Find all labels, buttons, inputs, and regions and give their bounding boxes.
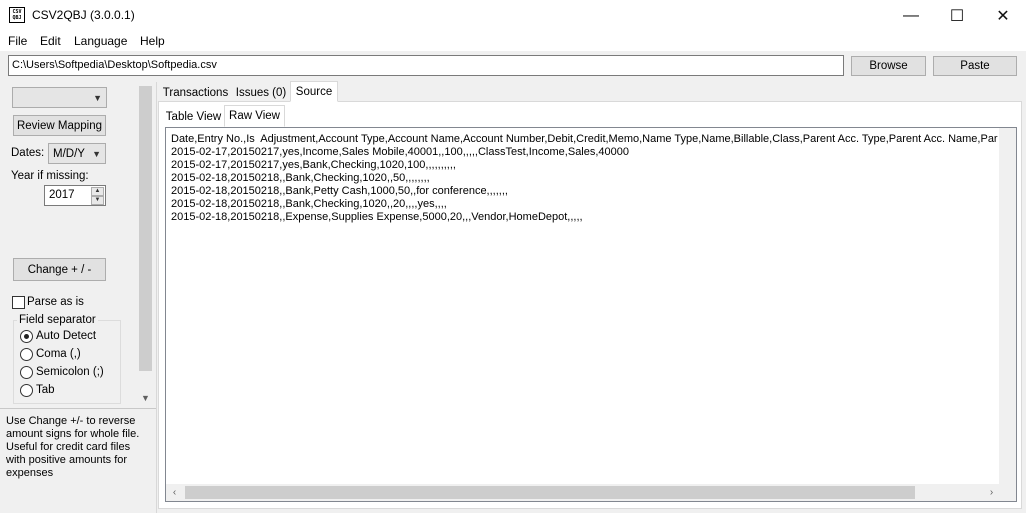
browse-button[interactable]: Browse: [851, 56, 926, 76]
dates-label: Dates:: [11, 147, 45, 159]
dates-combo[interactable]: M/D/Y ▼: [48, 143, 106, 164]
radio-semicolon-label: Semicolon (;): [36, 366, 104, 378]
raw-line: Date,Entry No.,Is Adjustment,Account Typ…: [171, 133, 998, 145]
radio-comma[interactable]: [20, 348, 33, 361]
tab-transactions[interactable]: Transactions: [160, 84, 231, 102]
raw-line: 2015-02-18,20150218,,Bank,Checking,1020,…: [171, 172, 430, 184]
maximize-button[interactable]: ☐: [934, 0, 980, 31]
tab-issues[interactable]: Issues (0): [232, 84, 290, 102]
close-button[interactable]: ✕: [980, 0, 1026, 31]
radio-comma-label: Coma (,): [36, 348, 81, 360]
parse-as-is-label: Parse as is: [27, 296, 84, 308]
splitter[interactable]: [156, 82, 157, 513]
raw-line: 2015-02-18,20150218,,Expense,Supplies Ex…: [171, 211, 583, 223]
raw-line: 2015-02-18,20150218,,Bank,Checking,1020,…: [171, 198, 447, 210]
paste-button[interactable]: Paste: [933, 56, 1017, 76]
text-vertical-scrollbar[interactable]: [999, 128, 1016, 485]
help-text: Use Change +/- to reverse amount signs f…: [0, 408, 156, 513]
raw-line: 2015-02-18,20150218,,Bank,Petty Cash,100…: [171, 185, 508, 197]
year-spinner[interactable]: 2017 ▲ ▼: [44, 185, 106, 206]
window-title: CSV2QBJ (3.0.0.1): [32, 8, 135, 22]
menu-help[interactable]: Help: [140, 34, 165, 48]
chevron-down-icon: ▼: [92, 148, 101, 159]
chevron-down-icon: ▼: [93, 92, 102, 103]
tab-source[interactable]: Source: [290, 81, 338, 102]
review-mapping-button[interactable]: Review Mapping: [13, 115, 106, 136]
menu-file[interactable]: File: [8, 34, 27, 48]
menu-bar: File Edit Language Help: [0, 31, 1026, 51]
year-value: 2017: [49, 189, 75, 201]
scroll-corner: [999, 484, 1016, 501]
spin-down-icon[interactable]: ▼: [91, 196, 104, 205]
text-horizontal-scrollbar[interactable]: ‹ ›: [166, 484, 1000, 501]
file-path-input[interactable]: C:\Users\Softpedia\Desktop\Softpedia.csv: [8, 55, 844, 76]
chevron-right-icon[interactable]: ›: [983, 484, 1000, 501]
mapping-combo[interactable]: ▼: [12, 87, 107, 108]
menu-edit[interactable]: Edit: [40, 34, 61, 48]
scrollbar-thumb[interactable]: [185, 486, 915, 499]
field-separator-label: Field separator: [17, 314, 98, 326]
radio-tab-label: Tab: [36, 384, 55, 396]
scrollbar-thumb[interactable]: [139, 86, 152, 371]
menu-language[interactable]: Language: [74, 34, 127, 48]
tab-table-view[interactable]: Table View: [164, 108, 223, 126]
radio-tab[interactable]: [20, 384, 33, 397]
raw-source-text[interactable]: Date,Entry No.,Is Adjustment,Account Typ…: [165, 127, 1017, 502]
app-icon: CSV QBJ: [9, 7, 25, 23]
minimize-button[interactable]: —: [888, 0, 934, 31]
tab-raw-view[interactable]: Raw View: [224, 105, 285, 127]
options-scrollbar[interactable]: ▼: [137, 82, 154, 408]
parse-as-is-checkbox[interactable]: [12, 296, 25, 309]
year-label: Year if missing:: [11, 170, 89, 182]
chevron-left-icon[interactable]: ‹: [166, 484, 183, 501]
raw-line: 2015-02-17,20150217,yes,Bank,Checking,10…: [171, 159, 456, 171]
raw-lines: Date,Entry No.,Is Adjustment,Account Typ…: [171, 133, 998, 224]
radio-auto-detect[interactable]: [20, 330, 33, 343]
raw-line: 2015-02-17,20150217,yes,Income,Sales Mob…: [171, 146, 630, 158]
dates-combo-value: M/D/Y: [53, 147, 85, 160]
radio-semicolon[interactable]: [20, 366, 33, 379]
spin-up-icon[interactable]: ▲: [91, 187, 104, 196]
chevron-down-icon[interactable]: ▼: [137, 391, 154, 405]
change-sign-button[interactable]: Change + / -: [13, 258, 106, 281]
title-bar: CSV QBJ CSV2QBJ (3.0.0.1) — ☐ ✕: [0, 0, 1026, 31]
radio-auto-detect-label: Auto Detect: [36, 330, 97, 342]
